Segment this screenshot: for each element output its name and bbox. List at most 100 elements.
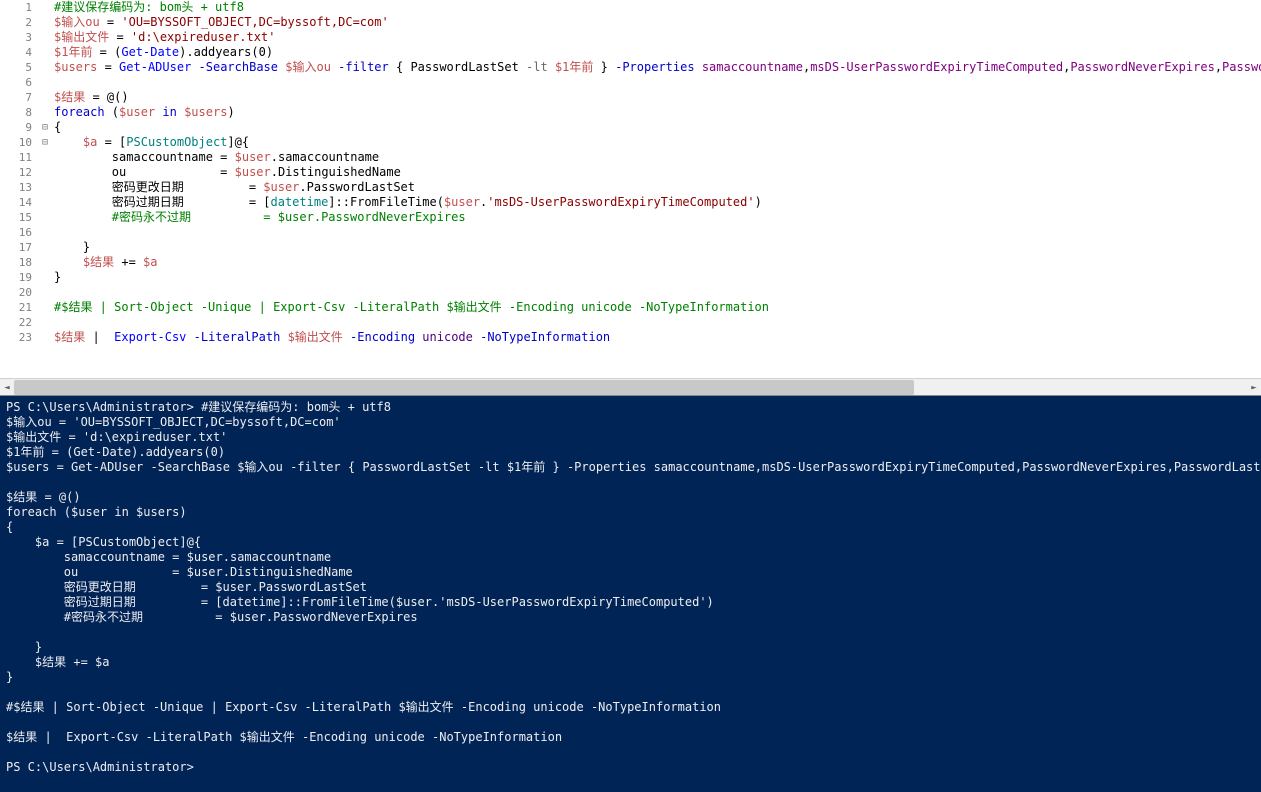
line-number: 4 — [0, 45, 32, 60]
code-line[interactable]: $users = Get-ADUser -SearchBase $输入ou -f… — [54, 60, 1261, 75]
line-number: 23 — [0, 330, 32, 345]
code-line[interactable]: 密码更改日期 = $user.PasswordLastSet — [54, 180, 1261, 195]
fold-toggle[interactable]: ⊟ — [38, 135, 52, 150]
terminal-line: $1年前 = (Get-Date).addyears(0) — [6, 445, 1255, 460]
fold-toggle — [38, 90, 52, 105]
terminal-line: { — [6, 520, 1255, 535]
fold-toggle — [38, 15, 52, 30]
code-line[interactable]: 密码过期日期 = [datetime]::FromFileTime($user.… — [54, 195, 1261, 210]
terminal-line — [6, 715, 1255, 730]
code-line[interactable]: samaccountname = $user.samaccountname — [54, 150, 1261, 165]
code-editor-pane[interactable]: 1234567891011121314151617181920212223 ⊟⊟… — [0, 0, 1261, 378]
code-line[interactable]: } — [54, 270, 1261, 285]
line-number: 7 — [0, 90, 32, 105]
fold-toggle — [38, 285, 52, 300]
terminal-line — [6, 745, 1255, 760]
code-line[interactable]: } — [54, 240, 1261, 255]
terminal-line — [6, 685, 1255, 700]
fold-toggle — [38, 45, 52, 60]
terminal-line: $users = Get-ADUser -SearchBase $输入ou -f… — [6, 460, 1255, 475]
terminal-line: $结果 += $a — [6, 655, 1255, 670]
line-number: 18 — [0, 255, 32, 270]
fold-toggle — [38, 315, 52, 330]
line-number: 19 — [0, 270, 32, 285]
terminal-line: samaccountname = $user.samaccountname — [6, 550, 1255, 565]
code-line[interactable]: #建议保存编码为: bom头 + utf8 — [54, 0, 1261, 15]
fold-toggle — [38, 75, 52, 90]
fold-toggle — [38, 270, 52, 285]
powershell-terminal[interactable]: PS C:\Users\Administrator> #建议保存编码为: bom… — [0, 395, 1261, 792]
code-line[interactable]: $结果 = @() — [54, 90, 1261, 105]
terminal-line: $结果 = @() — [6, 490, 1255, 505]
fold-toggle — [38, 300, 52, 315]
line-number: 14 — [0, 195, 32, 210]
code-line[interactable]: #密码永不过期 = $user.PasswordNeverExpires — [54, 210, 1261, 225]
line-number: 8 — [0, 105, 32, 120]
line-number: 22 — [0, 315, 32, 330]
code-line[interactable]: $结果 | Export-Csv -LiteralPath $输出文件 -Enc… — [54, 330, 1261, 345]
fold-toggle — [38, 165, 52, 180]
line-number: 6 — [0, 75, 32, 90]
code-line[interactable]: foreach ($user in $users) — [54, 105, 1261, 120]
code-line[interactable]: #$结果 | Sort-Object -Unique | Export-Csv … — [54, 300, 1261, 315]
terminal-line: 密码过期日期 = [datetime]::FromFileTime($user.… — [6, 595, 1255, 610]
line-number-gutter: 1234567891011121314151617181920212223 — [0, 0, 38, 345]
line-number: 17 — [0, 240, 32, 255]
terminal-line: $输出文件 = 'd:\expireduser.txt' — [6, 430, 1255, 445]
code-line[interactable]: { — [54, 120, 1261, 135]
line-number: 12 — [0, 165, 32, 180]
code-line[interactable]: $输出文件 = 'd:\expireduser.txt' — [54, 30, 1261, 45]
terminal-line: ou = $user.DistinguishedName — [6, 565, 1255, 580]
line-number: 13 — [0, 180, 32, 195]
code-line[interactable] — [54, 225, 1261, 240]
code-line[interactable] — [54, 285, 1261, 300]
code-line[interactable]: $1年前 = (Get-Date).addyears(0) — [54, 45, 1261, 60]
line-number: 11 — [0, 150, 32, 165]
fold-toggle — [38, 195, 52, 210]
scrollbar-thumb[interactable] — [14, 380, 914, 395]
terminal-line: $a = [PSCustomObject]@{ — [6, 535, 1255, 550]
code-area[interactable]: #建议保存编码为: bom头 + utf8$输入ou = 'OU=BYSSOFT… — [52, 0, 1261, 345]
code-line[interactable] — [54, 75, 1261, 90]
fold-toggle — [38, 210, 52, 225]
scroll-right-arrow[interactable]: ► — [1247, 379, 1261, 396]
line-number: 5 — [0, 60, 32, 75]
code-line[interactable]: $结果 += $a — [54, 255, 1261, 270]
code-line[interactable]: $a = [PSCustomObject]@{ — [54, 135, 1261, 150]
terminal-line: #$结果 | Sort-Object -Unique | Export-Csv … — [6, 700, 1255, 715]
fold-toggle — [38, 225, 52, 240]
fold-toggle — [38, 240, 52, 255]
terminal-line: } — [6, 670, 1255, 685]
fold-toggle[interactable]: ⊟ — [38, 120, 52, 135]
fold-toggle — [38, 0, 52, 15]
terminal-line — [6, 475, 1255, 490]
terminal-line: 密码更改日期 = $user.PasswordLastSet — [6, 580, 1255, 595]
fold-toggle — [38, 150, 52, 165]
code-line[interactable] — [54, 315, 1261, 330]
fold-toggle — [38, 30, 52, 45]
line-number: 20 — [0, 285, 32, 300]
fold-gutter[interactable]: ⊟⊟ — [38, 0, 52, 345]
line-number: 3 — [0, 30, 32, 45]
terminal-line: $输入ou = 'OU=BYSSOFT_OBJECT,DC=byssoft,DC… — [6, 415, 1255, 430]
line-number: 21 — [0, 300, 32, 315]
fold-toggle — [38, 180, 52, 195]
terminal-line: PS C:\Users\Administrator> #建议保存编码为: bom… — [6, 400, 1255, 415]
line-number: 9 — [0, 120, 32, 135]
code-line[interactable]: ou = $user.DistinguishedName — [54, 165, 1261, 180]
terminal-line: $结果 | Export-Csv -LiteralPath $输出文件 -Enc… — [6, 730, 1255, 745]
code-line[interactable]: $输入ou = 'OU=BYSSOFT_OBJECT,DC=byssoft,DC… — [54, 15, 1261, 30]
fold-toggle — [38, 105, 52, 120]
line-number: 2 — [0, 15, 32, 30]
terminal-line: } — [6, 640, 1255, 655]
terminal-line: foreach ($user in $users) — [6, 505, 1255, 520]
line-number: 1 — [0, 0, 32, 15]
line-number: 10 — [0, 135, 32, 150]
terminal-line: #密码永不过期 = $user.PasswordNeverExpires — [6, 610, 1255, 625]
line-number: 16 — [0, 225, 32, 240]
fold-toggle — [38, 330, 52, 345]
horizontal-scrollbar[interactable]: ◄ ► — [0, 378, 1261, 395]
line-number: 15 — [0, 210, 32, 225]
fold-toggle — [38, 60, 52, 75]
scroll-left-arrow[interactable]: ◄ — [0, 379, 14, 396]
